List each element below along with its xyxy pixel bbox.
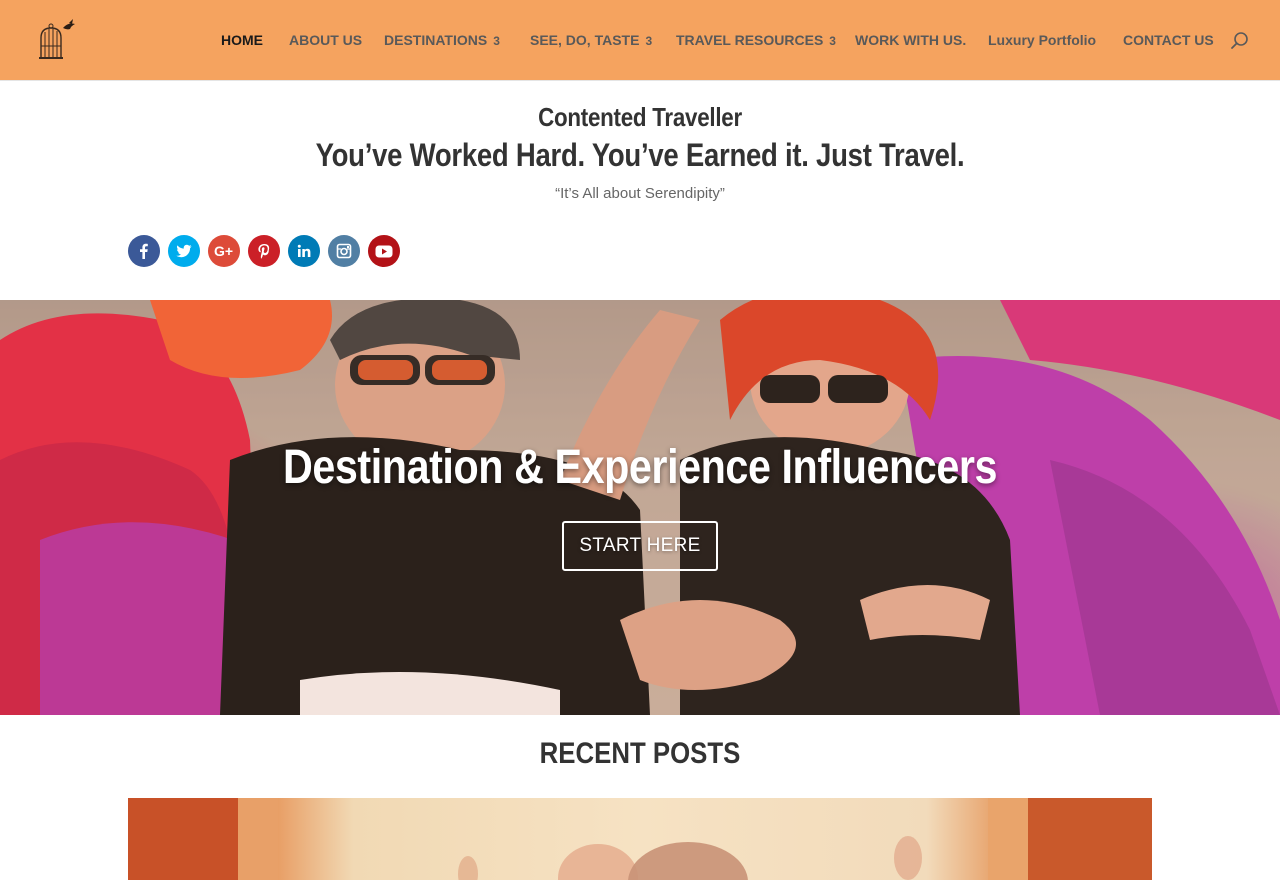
- nav-item-work-with-us[interactable]: WORK WITH US.: [855, 31, 966, 49]
- site-quote: “It’s All about Serendipity”: [555, 185, 725, 202]
- pinterest-icon[interactable]: [248, 235, 280, 267]
- recent-posts-heading: RECENT POSTS: [539, 737, 741, 770]
- nav-label: DESTINATIONS: [384, 32, 488, 48]
- nav-label: WORK WITH US.: [855, 32, 967, 48]
- nav-label: Luxury Portfolio: [988, 32, 1097, 48]
- post-photo: [128, 798, 1152, 880]
- recent-post-thumbnail[interactable]: [128, 798, 1152, 880]
- twitter-icon[interactable]: [168, 235, 200, 267]
- search-icon[interactable]: [1230, 31, 1250, 51]
- nav-item-travel-resources[interactable]: TRAVEL RESOURCES 3: [676, 31, 836, 49]
- instagram-icon[interactable]: [328, 235, 360, 267]
- site-header: HOME ABOUT US DESTINATIONS 3 SEE, DO, TAS…: [0, 0, 1280, 80]
- facebook-icon[interactable]: [128, 235, 160, 267]
- nav-item-destinations[interactable]: DESTINATIONS 3: [384, 31, 500, 49]
- birdcage-logo-icon[interactable]: [33, 18, 79, 62]
- dropdown-caret-icon: 3: [645, 34, 653, 48]
- nav-item-home[interactable]: HOME: [221, 31, 263, 49]
- nav-label: SEE, DO, TASTE: [530, 32, 640, 48]
- google-plus-icon[interactable]: G+: [208, 235, 240, 267]
- nav-item-see-do-taste[interactable]: SEE, DO, TASTE 3: [530, 31, 652, 49]
- nav-label: HOME: [221, 32, 263, 48]
- nav-item-luxury-portfolio[interactable]: Luxury Portfolio: [988, 31, 1096, 49]
- nav-item-about-us[interactable]: ABOUT US: [289, 31, 362, 49]
- youtube-icon[interactable]: [368, 235, 400, 267]
- hero-heading: Destination & Experience Influencers: [282, 441, 998, 494]
- dropdown-caret-icon: 3: [829, 34, 836, 48]
- site-tagline: You’ve Worked Hard. You’ve Earned it. Ju…: [315, 137, 965, 173]
- nav-item-contact-us[interactable]: CONTACT US: [1123, 31, 1214, 49]
- start-here-button[interactable]: START HERE: [562, 521, 718, 571]
- nav-label: TRAVEL RESOURCES: [676, 32, 824, 48]
- hero-banner: Destination & Experience Influencers STA…: [0, 300, 1280, 715]
- nav-label: CONTACT US: [1123, 32, 1214, 48]
- dropdown-caret-icon: 3: [493, 34, 500, 48]
- linkedin-icon[interactable]: [288, 235, 320, 267]
- svg-text:G+: G+: [214, 244, 233, 258]
- nav-label: ABOUT US: [289, 32, 363, 48]
- site-title: Contented Traveller: [538, 102, 742, 132]
- hero-photo: [0, 300, 1280, 715]
